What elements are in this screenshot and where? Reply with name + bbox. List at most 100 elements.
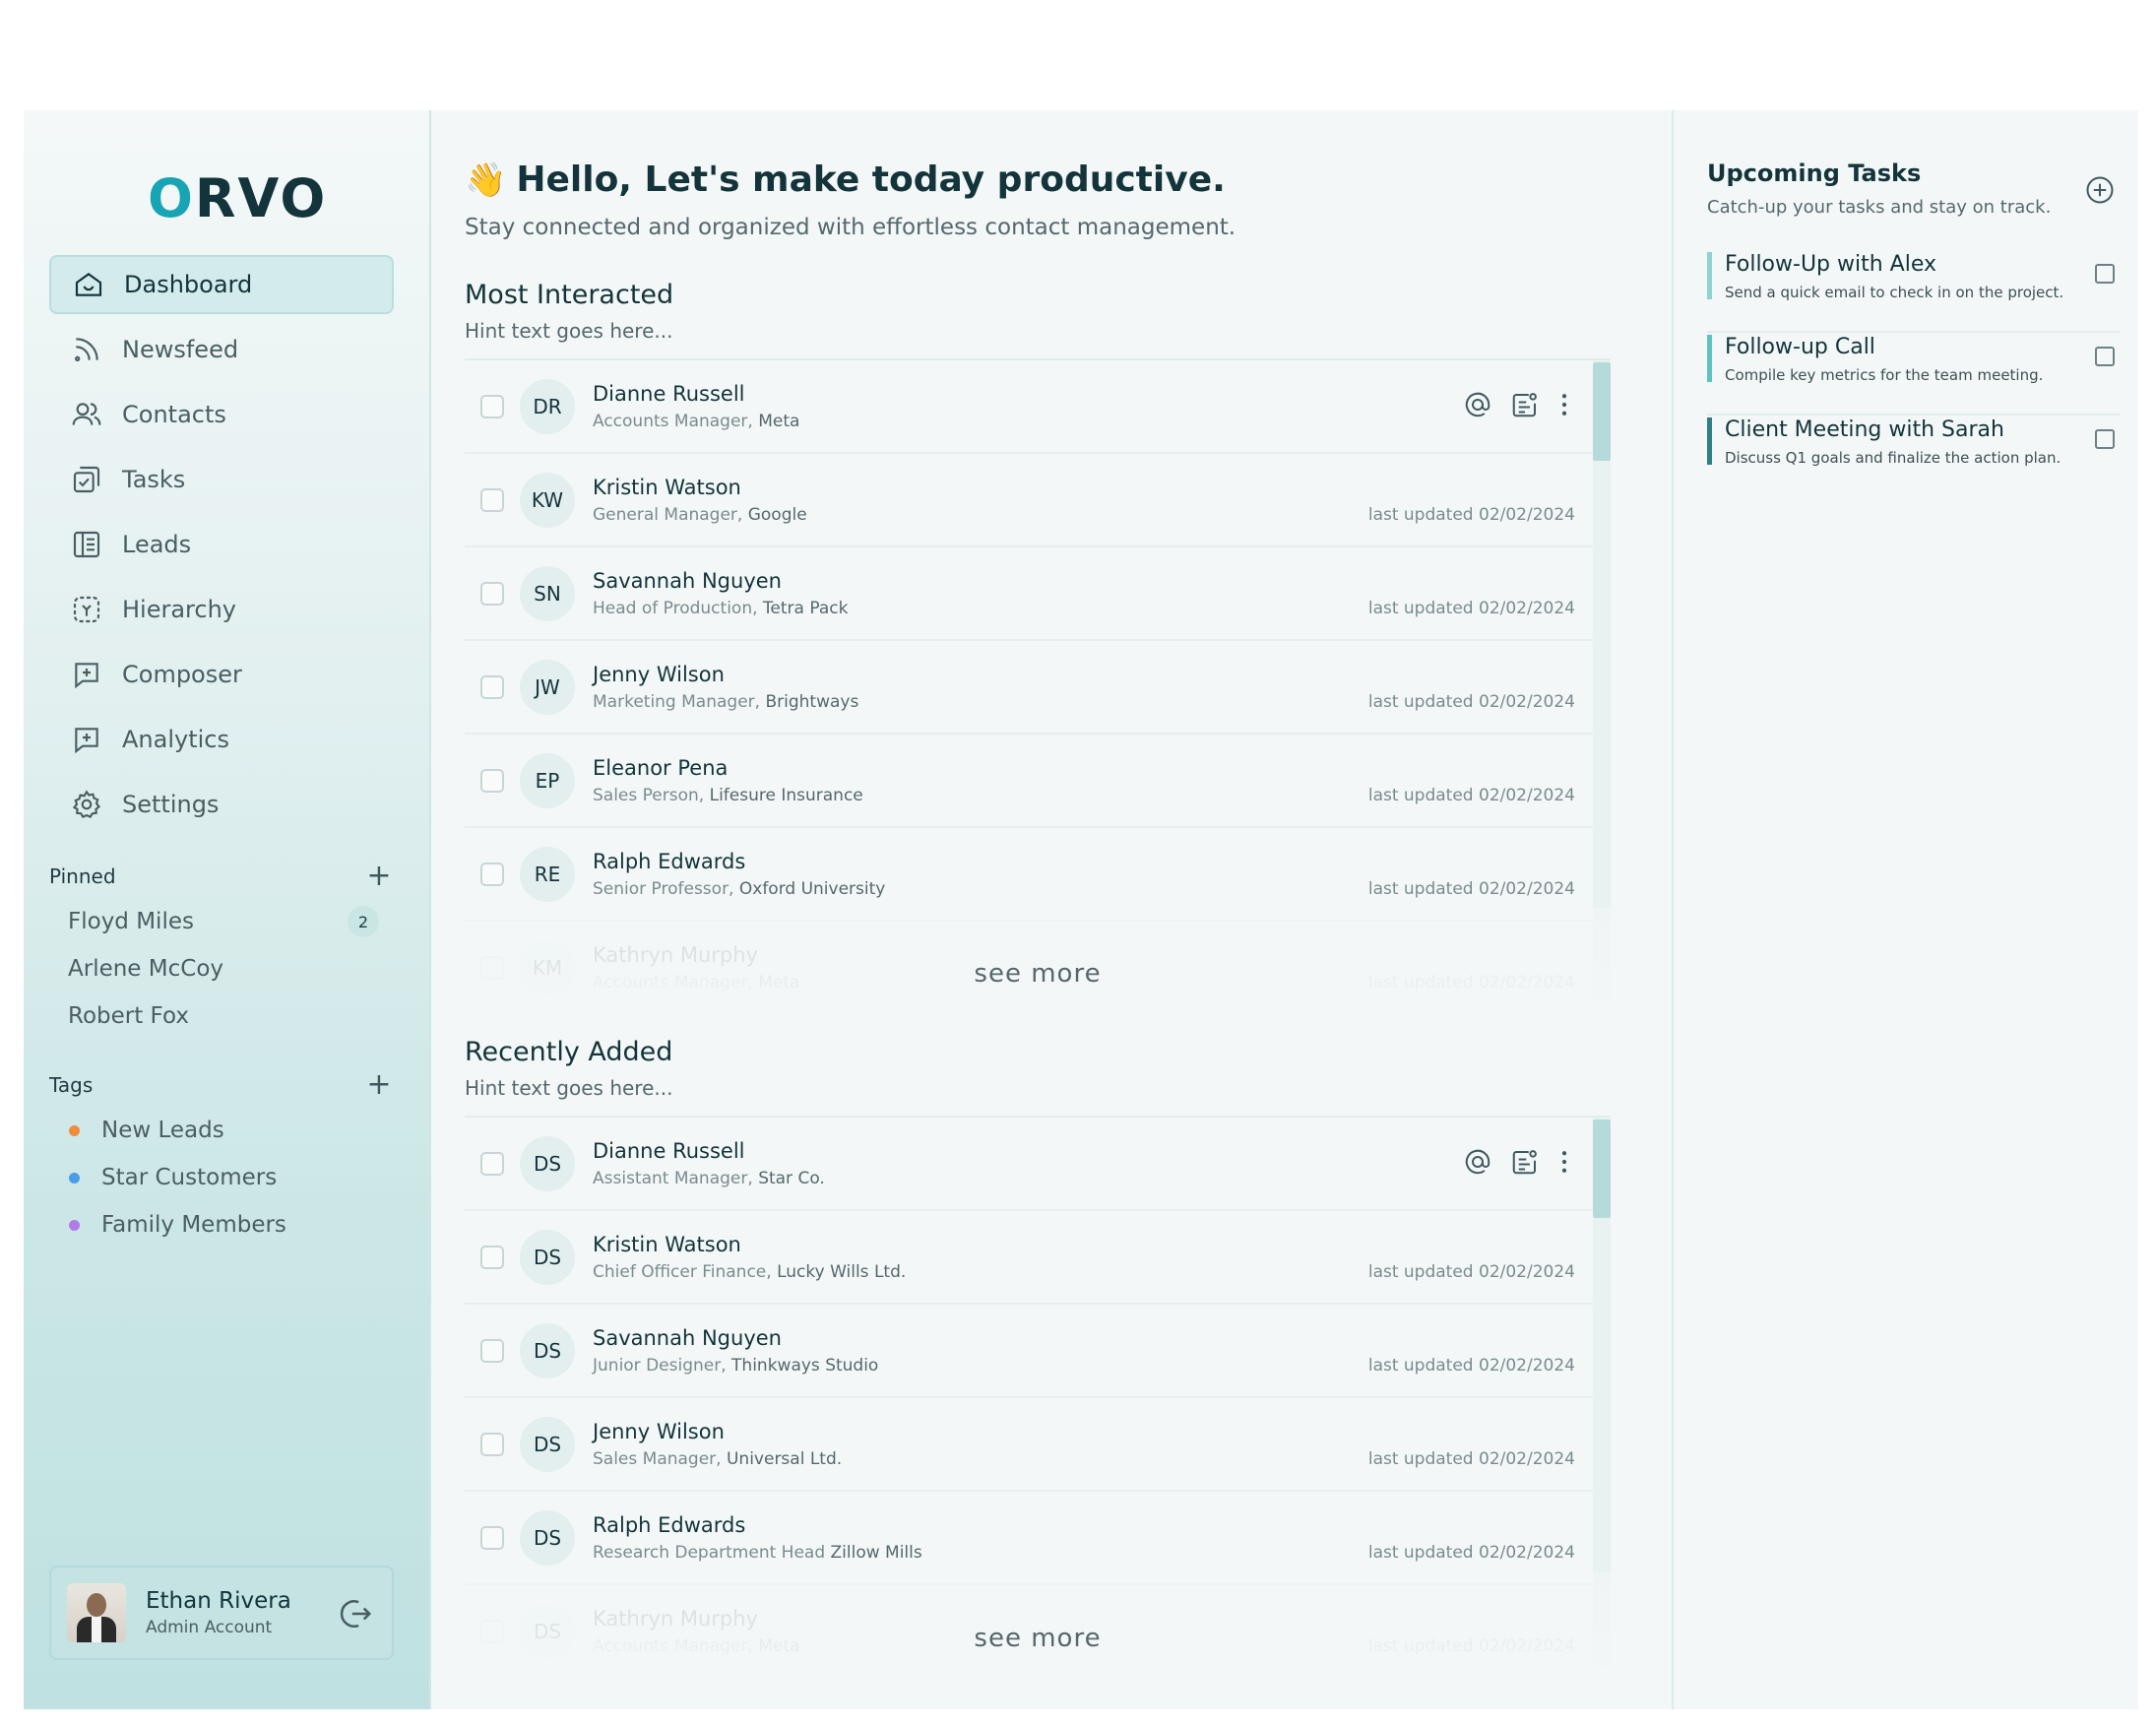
- recently-added-hint: Hint text goes here...: [465, 1076, 673, 1100]
- user-profile-card[interactable]: Ethan Rivera Admin Account: [49, 1566, 394, 1660]
- scrollbar-thumb[interactable]: [1593, 1120, 1611, 1218]
- contact-initials-avatar: DS: [520, 1416, 575, 1472]
- pinned-item-robert-fox[interactable]: Robert Fox: [68, 992, 393, 1040]
- row-actions: [1463, 1147, 1571, 1181]
- logout-icon[interactable]: [337, 1595, 374, 1636]
- contact-role: Senior Professor, Oxford University: [593, 878, 886, 899]
- app-window: ORVO Dashboard Newsfeed Contacts Tasks L…: [24, 110, 2138, 1709]
- contact-name[interactable]: Dianne Russell: [593, 1139, 825, 1163]
- contact-role: Sales Manager, Universal Ltd.: [593, 1448, 843, 1469]
- contact-name[interactable]: Dianne Russell: [593, 382, 799, 406]
- last-updated: last updated 02/02/2024: [1367, 1449, 1575, 1469]
- task-checkbox[interactable]: [2095, 347, 2115, 366]
- scrollbar-thumb[interactable]: [1593, 362, 1611, 461]
- contact-role: Chief Officer Finance, Lucky Wills Ltd.: [593, 1261, 907, 1282]
- contact-card-icon[interactable]: [1510, 390, 1540, 423]
- tag-item-new-leads[interactable]: New Leads: [43, 1107, 368, 1154]
- row-checkbox[interactable]: [480, 1245, 504, 1269]
- upcoming-tasks-title: Upcoming Tasks: [1707, 160, 1922, 187]
- sidebar-item-tasks[interactable]: Tasks: [49, 450, 394, 509]
- row-checkbox[interactable]: [480, 487, 504, 512]
- contact-row[interactable]: DR Dianne Russell Accounts Manager, Meta: [465, 360, 1611, 454]
- contact-row[interactable]: DS Ralph Edwards Research Department Head …: [465, 1492, 1611, 1585]
- sidebar-item-dashboard[interactable]: Dashboard: [49, 255, 394, 314]
- row-checkbox[interactable]: [480, 1151, 504, 1176]
- row-checkbox[interactable]: [480, 768, 504, 793]
- scrollbar[interactable]: [1593, 360, 1611, 1002]
- contact-row[interactable]: DS Dianne Russell Assistant Manager, Star …: [465, 1118, 1611, 1211]
- row-checkbox[interactable]: [480, 581, 504, 606]
- row-checkbox[interactable]: [480, 674, 504, 699]
- sidebar-item-newsfeed[interactable]: Newsfeed: [49, 320, 394, 379]
- add-task-icon[interactable]: [2085, 175, 2115, 209]
- app-logo[interactable]: ORVO: [148, 167, 327, 229]
- sidebar-item-analytics[interactable]: Analytics: [49, 710, 394, 769]
- task-title: Follow-Up with Alex: [1725, 252, 1937, 277]
- contact-name[interactable]: Savannah Nguyen: [593, 569, 848, 593]
- contact-row[interactable]: KW Kristin Watson General Manager, Google l…: [465, 454, 1611, 547]
- contact-name[interactable]: Ralph Edwards: [593, 850, 885, 873]
- most-interacted-list: DR Dianne Russell Accounts Manager, Meta KW…: [465, 358, 1611, 1002]
- pinned-item-floyd-miles[interactable]: Floyd Miles 2: [68, 898, 393, 945]
- more-options-icon[interactable]: [1557, 390, 1571, 423]
- contact-name[interactable]: Eleanor Pena: [593, 756, 863, 780]
- email-icon[interactable]: [1463, 1147, 1492, 1181]
- contact-initials-avatar: KW: [520, 472, 575, 528]
- contact-row[interactable]: SN Savannah Nguyen Head of Production, Tet…: [465, 547, 1611, 641]
- contact-card-icon[interactable]: [1510, 1147, 1540, 1181]
- email-icon[interactable]: [1463, 390, 1492, 423]
- task-checkbox[interactable]: [2095, 264, 2115, 284]
- task-checkbox[interactable]: [2095, 429, 2115, 449]
- add-tag-button[interactable]: +: [364, 1067, 394, 1102]
- home-icon: [71, 267, 106, 302]
- sidebar-item-composer[interactable]: Composer: [49, 645, 394, 704]
- tag-color-dot: [69, 1124, 80, 1136]
- more-options-icon[interactable]: [1557, 1147, 1571, 1181]
- contact-name[interactable]: Savannah Nguyen: [593, 1326, 878, 1350]
- gear-icon: [69, 787, 104, 822]
- last-updated: last updated 02/02/2024: [1367, 879, 1575, 899]
- contact-name[interactable]: Kristin Watson: [593, 476, 807, 499]
- tag-item-star-customers[interactable]: Star Customers: [43, 1154, 368, 1201]
- contact-row[interactable]: DS Jenny Wilson Sales Manager, Universal L…: [465, 1398, 1611, 1492]
- sidebar-item-leads[interactable]: Leads: [49, 515, 394, 574]
- contact-name[interactable]: Jenny Wilson: [593, 1420, 842, 1443]
- contact-name[interactable]: Kristin Watson: [593, 1233, 906, 1256]
- sidebar-item-settings[interactable]: Settings: [49, 775, 394, 834]
- task-item[interactable]: Follow-up Call Compile key metrics for t…: [1707, 333, 2121, 416]
- tags-list: New Leads Star Customers Family Members: [43, 1107, 368, 1248]
- task-item[interactable]: Follow-Up with Alex Send a quick email t…: [1707, 250, 2121, 333]
- see-more-button[interactable]: see more: [465, 1624, 1611, 1653]
- row-checkbox[interactable]: [480, 1432, 504, 1456]
- sidebar-item-hierarchy[interactable]: Hierarchy: [49, 580, 394, 639]
- contact-company: Star Co.: [758, 1168, 825, 1188]
- most-interacted-title: Most Interacted: [465, 280, 674, 310]
- add-pinned-button[interactable]: +: [364, 859, 394, 893]
- contact-company: Oxford University: [738, 878, 886, 899]
- contact-row[interactable]: EP Eleanor Pena Sales Person, Lifesure Ins…: [465, 735, 1611, 828]
- row-checkbox[interactable]: [480, 1525, 504, 1550]
- contact-initials-avatar: DS: [520, 1229, 575, 1285]
- contact-name[interactable]: Ralph Edwards: [593, 1513, 922, 1537]
- last-updated: last updated 02/02/2024: [1367, 692, 1575, 712]
- task-item[interactable]: Client Meeting with Sarah Discuss Q1 goa…: [1707, 416, 2121, 496]
- upcoming-tasks-subtitle: Catch-up your tasks and stay on track.: [1707, 197, 2052, 218]
- row-checkbox[interactable]: [480, 1338, 504, 1363]
- tag-item-family-members[interactable]: Family Members: [43, 1201, 368, 1248]
- contact-row[interactable]: DS Kristin Watson Chief Officer Finance, L…: [465, 1211, 1611, 1305]
- pinned-item-arlene-mccoy[interactable]: Arlene McCoy: [68, 945, 393, 992]
- row-checkbox[interactable]: [480, 394, 504, 418]
- see-more-button[interactable]: see more: [465, 959, 1611, 989]
- contact-row[interactable]: JW Jenny Wilson Marketing Manager, Brightw…: [465, 641, 1611, 735]
- unread-badge: 2: [348, 906, 379, 937]
- contact-name[interactable]: Jenny Wilson: [593, 663, 858, 686]
- hierarchy-icon: [69, 592, 104, 627]
- contact-role: Junior Designer, Thinkways Studio: [593, 1355, 879, 1376]
- task-color-bar: [1707, 417, 1712, 465]
- row-checkbox[interactable]: [480, 862, 504, 886]
- pinned-header: Pinned +: [49, 859, 394, 893]
- rss-icon: [69, 332, 104, 367]
- sidebar-item-contacts[interactable]: Contacts: [49, 385, 394, 444]
- contact-row[interactable]: DS Savannah Nguyen Junior Designer, Thinkw…: [465, 1305, 1611, 1398]
- contact-initials-avatar: RE: [520, 846, 575, 902]
